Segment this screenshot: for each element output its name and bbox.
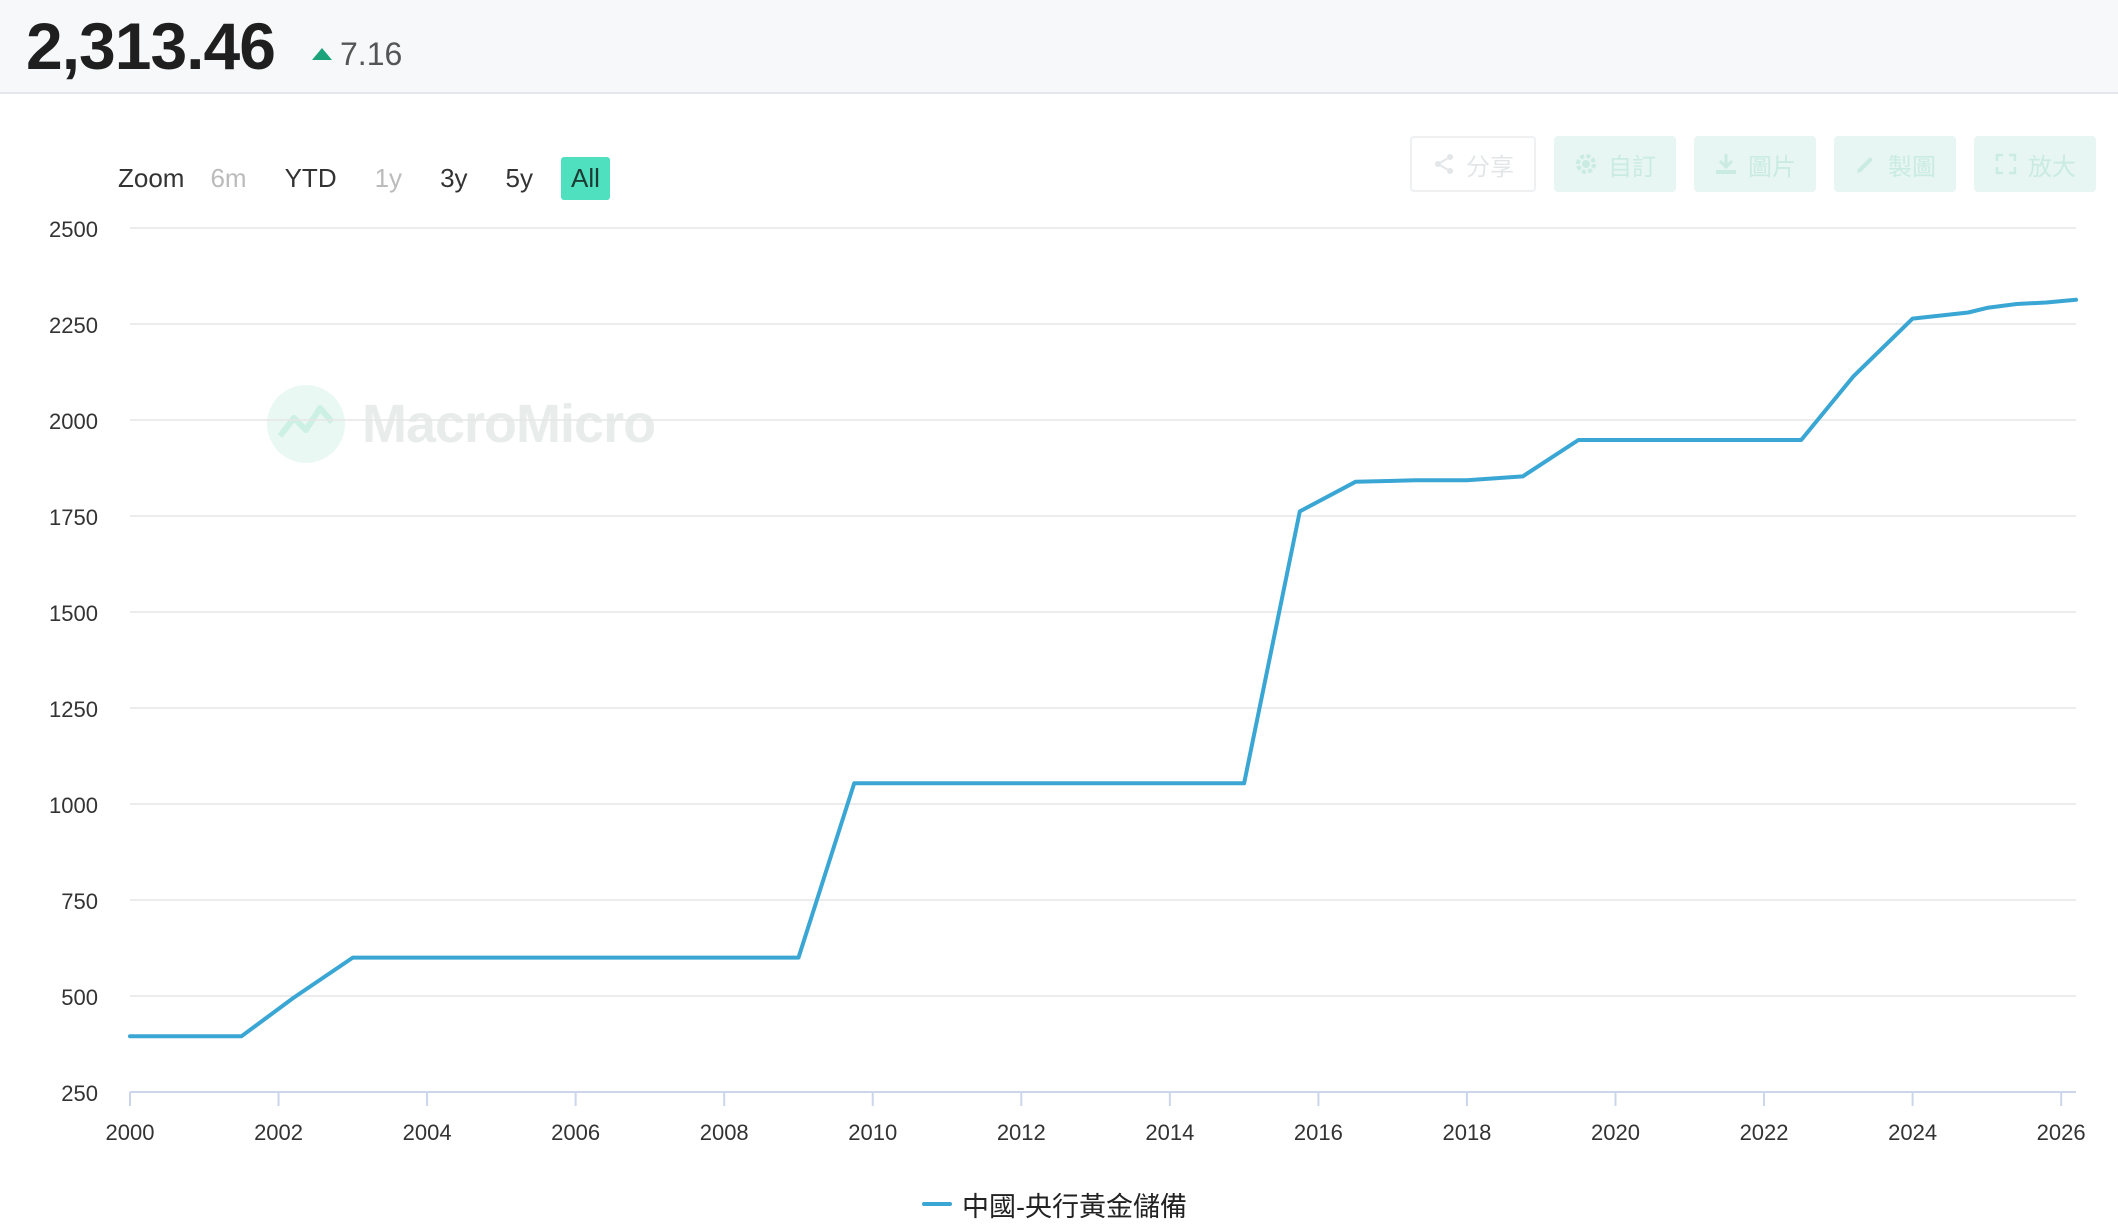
line-chart: 250 500 750 1000 1250 1500 1750 2000 2250 2500 200… bbox=[49, 217, 2086, 1145]
y-tick-label: 500 bbox=[61, 985, 98, 1010]
x-tick-label: 2012 bbox=[997, 1120, 1046, 1145]
x-tick-label: 2010 bbox=[848, 1120, 897, 1145]
legend-swatch bbox=[922, 1202, 952, 1206]
y-tick-label: 2500 bbox=[49, 217, 98, 242]
y-tick-label: 2250 bbox=[49, 313, 98, 338]
x-tick-label: 2020 bbox=[1591, 1120, 1640, 1145]
x-tick-label: 2018 bbox=[1442, 1120, 1491, 1145]
x-tick-label: 2000 bbox=[106, 1120, 155, 1145]
y-tick-label: 1250 bbox=[49, 697, 98, 722]
x-tick-label: 2004 bbox=[403, 1120, 452, 1145]
legend[interactable]: 中國-央行黃金儲備 bbox=[922, 1186, 1187, 1222]
x-tick-label: 2016 bbox=[1294, 1120, 1343, 1145]
y-tick-label: 1750 bbox=[49, 505, 98, 530]
y-tick-label: 2000 bbox=[49, 409, 98, 434]
x-tick-label: 2014 bbox=[1145, 1120, 1194, 1145]
x-tick-label: 2024 bbox=[1888, 1120, 1937, 1145]
y-tick-label: 250 bbox=[61, 1081, 98, 1106]
x-tick-label: 2022 bbox=[1740, 1120, 1789, 1145]
y-tick-label: 1500 bbox=[49, 601, 98, 626]
legend-label: 中國-央行黃金儲備 bbox=[962, 1191, 1187, 1222]
x-tick-label: 2006 bbox=[551, 1120, 600, 1145]
x-tick-label: 2002 bbox=[254, 1120, 303, 1145]
x-tick-label: 2026 bbox=[2037, 1120, 2086, 1145]
y-tick-label: 750 bbox=[61, 889, 98, 914]
x-tick-label: 2008 bbox=[700, 1120, 749, 1145]
series-line bbox=[128, 297, 2078, 1039]
y-tick-label: 1000 bbox=[49, 793, 98, 818]
